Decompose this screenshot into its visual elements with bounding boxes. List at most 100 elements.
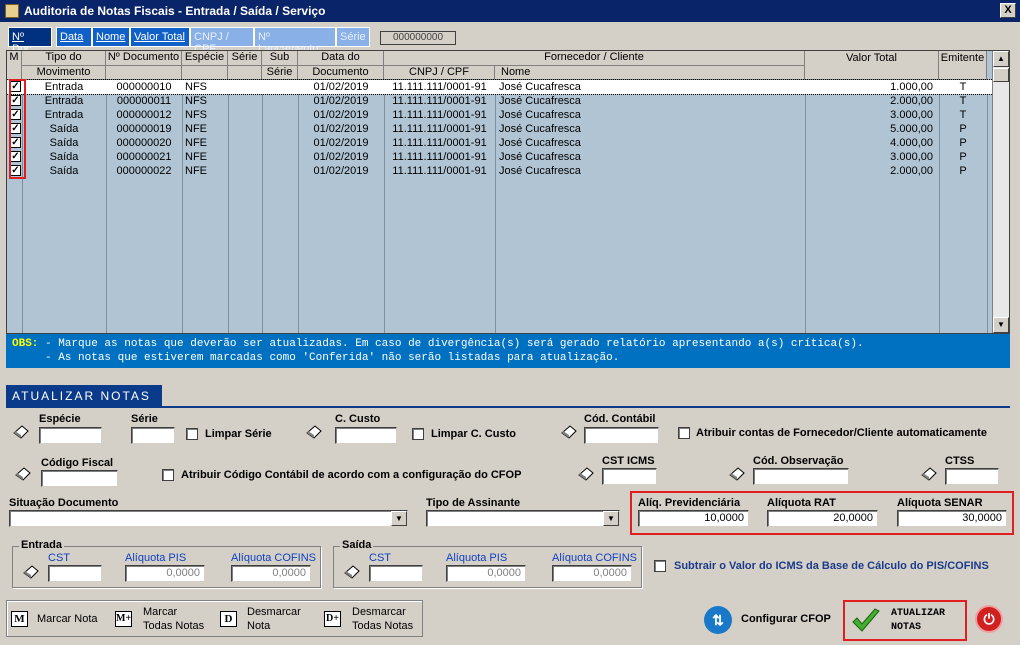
table-row[interactable]: ✓ Saída 000000020 NFE 01/02/2019 11.111.111/0… [7, 136, 993, 150]
cell-emit: T [959, 95, 967, 107]
scroll-thumb[interactable] [993, 68, 1009, 82]
col-sub-header[interactable]: Sub [262, 51, 298, 66]
saida-pis-label: Alíquota PIS [446, 552, 508, 564]
close-button[interactable]: X [1000, 3, 1016, 18]
subtrair-icms-checkbox[interactable] [654, 560, 666, 572]
cell-tipo: Entrada [44, 95, 84, 107]
col-valor-header[interactable]: Valor Total [805, 51, 939, 80]
col-serie-header[interactable]: Série [228, 51, 262, 66]
table-row[interactable]: ✓ Saída 000000021 NFE 01/02/2019 11.111.111/0… [7, 150, 993, 164]
limpar-serie-checkbox[interactable] [186, 428, 198, 440]
col-nome-header[interactable]: Nome [495, 66, 805, 80]
cell-num: 000000021 [116, 151, 172, 163]
marcar-todas-label-1[interactable]: Marcar [143, 606, 177, 619]
saida-pis-input[interactable]: 0,0000 [446, 565, 526, 582]
situacao-select[interactable]: ▼ [9, 510, 408, 527]
aliq-senar-input[interactable]: 30,0000 [897, 510, 1007, 527]
cell-num: 000000011 [116, 95, 172, 107]
especie-input[interactable] [39, 427, 102, 444]
saida-cst-input[interactable] [369, 565, 423, 582]
entrada-pis-input[interactable]: 0,0000 [125, 565, 205, 582]
clear-contabil-icon[interactable] [560, 423, 578, 439]
scroll-up-button[interactable]: ▲ [993, 51, 1009, 67]
serie-input[interactable] [131, 427, 175, 444]
table-row[interactable]: ✓ Saída 000000022 NFE 01/02/2019 11.111.111/0… [7, 164, 993, 178]
cod-obs-input[interactable] [753, 468, 849, 485]
atribuir-cfop-checkbox[interactable] [162, 469, 174, 481]
desmarcar-key-icon[interactable]: D [220, 611, 237, 627]
col-tipo-header[interactable]: Tipo do [22, 51, 106, 66]
configurar-cfop-button[interactable]: Configurar CFOP [741, 613, 831, 625]
marcar-key-icon[interactable]: M [11, 611, 28, 627]
tab-cnpj-cpf[interactable]: CNPJ / CPF [190, 27, 254, 55]
search-input[interactable]: 000000000 [380, 31, 456, 45]
aliq-prev-input[interactable]: 10,0000 [638, 510, 749, 527]
cst-icms-input[interactable] [602, 468, 657, 485]
clear-ctss-icon[interactable] [920, 465, 938, 481]
col-num-header[interactable]: Nº Documento [106, 51, 182, 66]
clear-entrada-cst-icon[interactable] [22, 563, 40, 579]
col-sub-header-2[interactable]: Série [262, 66, 298, 80]
tab-serie[interactable]: Série [336, 27, 370, 47]
tab-num-lancamento[interactable]: Nº Lançamento [254, 27, 336, 55]
col-m-header[interactable]: M [7, 51, 22, 80]
notes-grid: M Tipo do Movimento Nº Documento Espécie… [6, 50, 1010, 334]
tab-data[interactable]: Data [56, 27, 92, 47]
atualizar-notas-button[interactable]: ATUALIZAR NOTAS [843, 600, 967, 641]
table-row[interactable]: ✓ Entrada 000000012 NFS 01/02/2019 11.111.111… [7, 108, 993, 122]
table-row[interactable]: ✓ Entrada 000000011 NFS 01/02/2019 11.111.111… [7, 94, 993, 108]
configurar-cfop-icon[interactable]: ⇅ [704, 606, 732, 634]
desmarcar-todas-key-icon[interactable]: D+ [324, 611, 341, 627]
col-cnpj-header[interactable]: CNPJ / CPF [384, 66, 495, 80]
atribuir-contas-checkbox[interactable] [678, 427, 690, 439]
clear-cst-icms-icon[interactable] [577, 465, 595, 481]
col-emitente-header[interactable]: Emitente [939, 51, 987, 80]
assinante-select[interactable]: ▼ [426, 510, 620, 527]
cst-icms-label: CST ICMS [602, 455, 655, 467]
c-custo-input[interactable] [335, 427, 397, 444]
assinante-dropdown-icon[interactable]: ▼ [603, 511, 619, 526]
table-row[interactable]: ✓ Entrada 000000010 NFS 01/02/2019 11.111.111… [7, 79, 994, 95]
col-data-header[interactable]: Data do [298, 51, 384, 66]
cell-cnpj: 11.111.111/0001-91 [392, 81, 487, 93]
cell-tipo: Entrada [44, 81, 84, 93]
desmarcar-label-1[interactable]: Desmarcar [247, 606, 301, 619]
saida-cst-label: CST [369, 552, 391, 564]
col-data-header-2[interactable]: Documento [298, 66, 384, 80]
saida-cofins-input[interactable]: 0,0000 [552, 565, 632, 582]
cod-fiscal-input[interactable] [41, 470, 118, 487]
col-tipo-header-2[interactable]: Movimento [22, 66, 106, 80]
desmarcar-todas-label-1[interactable]: Desmarcar [352, 606, 406, 619]
section-title: ATUALIZAR NOTAS [6, 385, 162, 407]
desmarcar-todas-label-2[interactable]: Todas Notas [352, 620, 413, 633]
limpar-custo-checkbox[interactable] [412, 428, 424, 440]
table-row[interactable]: ✓ Saída 000000019 NFE 01/02/2019 11.111.111/0… [7, 122, 993, 136]
entrada-cofins-input[interactable]: 0,0000 [231, 565, 311, 582]
marcar-todas-key-icon[interactable]: M+ [115, 611, 132, 627]
situacao-dropdown-icon[interactable]: ▼ [391, 511, 407, 526]
assinante-label: Tipo de Assinante [426, 497, 521, 509]
cod-contabil-input[interactable] [584, 427, 659, 444]
cell-nome: José Cucafresca [499, 123, 581, 135]
cell-emit: P [959, 123, 967, 135]
marcar-todas-label-2[interactable]: Todas Notas [143, 620, 204, 633]
tab-valor-total[interactable]: Valor Total [130, 27, 190, 47]
aliq-rat-input[interactable]: 20,0000 [767, 510, 878, 527]
clear-cod-fiscal-icon[interactable] [14, 465, 32, 481]
clear-custo-icon[interactable] [305, 423, 323, 439]
marcar-nota-button[interactable]: Marcar Nota [37, 613, 98, 626]
clear-saida-cst-icon[interactable] [343, 563, 361, 579]
tab-nome[interactable]: Nome [92, 27, 130, 47]
desmarcar-label-2[interactable]: Nota [247, 620, 270, 633]
cell-serie [228, 94, 262, 108]
cell-serie [228, 164, 262, 178]
entrada-cst-input[interactable] [48, 565, 102, 582]
power-off-icon[interactable]: ⏻ [975, 605, 1003, 633]
ctss-input[interactable] [945, 468, 999, 485]
clear-especie-icon[interactable] [12, 423, 30, 439]
clear-cod-obs-icon[interactable] [728, 465, 746, 481]
col-especie-header[interactable]: Espécie [182, 51, 228, 66]
scroll-down-button[interactable]: ▼ [993, 317, 1009, 333]
tab-num-doc[interactable]: Nº Doc. [8, 27, 52, 55]
grid-scrollbar[interactable]: ▲ ▼ [992, 51, 1009, 333]
